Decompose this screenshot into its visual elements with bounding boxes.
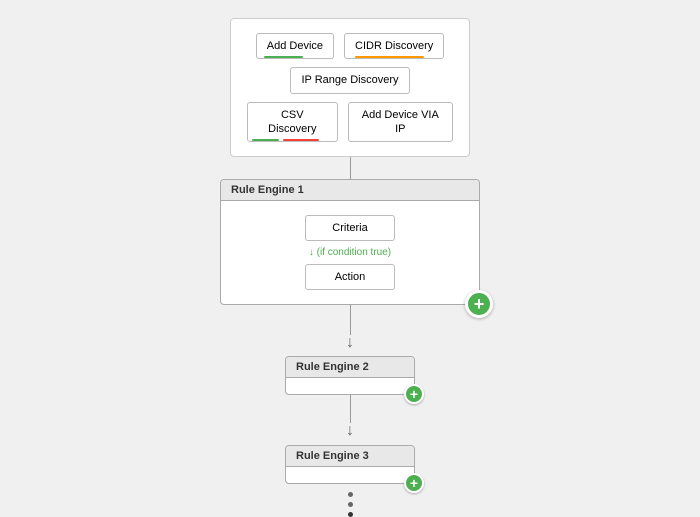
- connector-3: [350, 395, 351, 423]
- criteria-button[interactable]: Criteria: [305, 215, 395, 241]
- cidr-discovery-button[interactable]: CIDR Discovery: [344, 33, 444, 59]
- rule-engine-3-box: Rule Engine 3 +: [285, 445, 415, 484]
- dot-3: [348, 512, 353, 517]
- add-device-via-ip-button[interactable]: Add Device VIA IP: [348, 102, 453, 143]
- rule-engine-1-title: Rule Engine 1: [221, 180, 479, 201]
- add-device-button[interactable]: Add Device: [256, 33, 334, 59]
- discovery-row-2: IP Range Discovery: [290, 67, 409, 93]
- rule-engine-2-add-button[interactable]: +: [404, 384, 424, 404]
- rule-engine-2-box: Rule Engine 2 +: [285, 356, 415, 395]
- condition-label: ↓ (if condition true): [309, 247, 391, 258]
- dots-container: [348, 492, 353, 517]
- discovery-row-1: Add Device CIDR Discovery: [256, 33, 445, 59]
- discovery-container: Add Device CIDR Discovery IP Range Disco…: [230, 18, 470, 157]
- rule-engine-2-body: [286, 378, 414, 394]
- csv-discovery-button[interactable]: CSV Discovery: [247, 102, 338, 143]
- dot-1: [348, 492, 353, 497]
- rule-engine-1-body: Criteria ↓ (if condition true) Action: [221, 201, 479, 304]
- connector-2: [350, 305, 351, 335]
- rule-engine-1-add-button[interactable]: +: [465, 290, 493, 318]
- rule-engine-2-title: Rule Engine 2: [286, 357, 414, 378]
- rule-engine-3-body: [286, 467, 414, 483]
- ip-range-discovery-button[interactable]: IP Range Discovery: [290, 67, 409, 93]
- dot-2: [348, 502, 353, 507]
- rule-engine-3-add-button[interactable]: +: [404, 473, 424, 493]
- action-button[interactable]: Action: [305, 264, 395, 290]
- arrow-down-2: ↓: [346, 423, 354, 439]
- main-canvas: Add Device CIDR Discovery IP Range Disco…: [0, 0, 700, 517]
- connector-1: [350, 157, 351, 179]
- rule-engine-1-box: Rule Engine 1 Criteria ↓ (if condition t…: [220, 179, 480, 305]
- discovery-row-3: CSV Discovery Add Device VIA IP: [247, 102, 453, 143]
- rule-engine-3-title: Rule Engine 3: [286, 446, 414, 467]
- arrow-down-1: ↓: [346, 335, 354, 351]
